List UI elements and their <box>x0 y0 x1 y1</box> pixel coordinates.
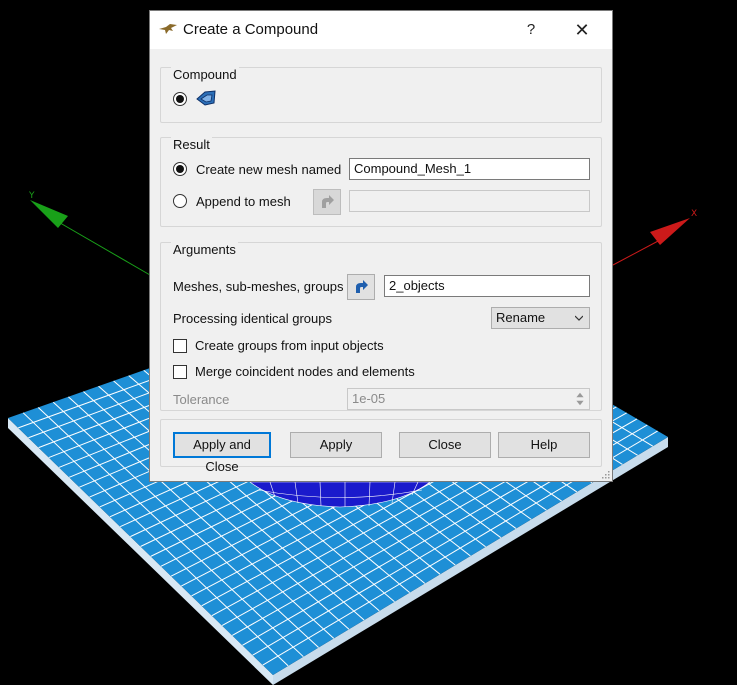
select-arrow-icon <box>322 195 334 208</box>
apply-button[interactable]: Apply <box>290 432 382 458</box>
meshes-label: Meshes, sub-meshes, groups <box>173 279 344 294</box>
create-compound-dialog: Create a Compound ? ✕ Compound Result Cr… <box>149 10 613 482</box>
create-groups-label: Create groups from input objects <box>195 338 384 353</box>
dialog-title: Create a Compound <box>183 21 319 38</box>
tolerance-value: 1e-05 <box>352 391 386 406</box>
x-axis-label: X <box>691 209 697 219</box>
y-axis-line <box>54 219 151 276</box>
new-mesh-name-input[interactable]: Compound_Mesh_1 <box>349 158 590 180</box>
compound-mesh-icon <box>196 90 216 106</box>
apply-and-close-button[interactable]: Apply and Close <box>173 432 271 474</box>
help-button[interactable]: Help <box>498 432 590 458</box>
result-group: Result Create new mesh named Compound_Me… <box>160 137 602 227</box>
arguments-group: Arguments Meshes, sub-meshes, groups 2_o… <box>160 242 602 411</box>
x-axis-arrow <box>650 218 690 245</box>
append-mesh-input[interactable] <box>349 190 590 212</box>
merge-nodes-label: Merge coincident nodes and elements <box>195 364 415 379</box>
y-axis-label: Y <box>28 191 35 201</box>
arguments-group-title: Arguments <box>171 242 238 257</box>
append-to-mesh-label: Append to mesh <box>196 194 291 209</box>
spin-up-icon[interactable] <box>573 390 587 399</box>
create-groups-checkbox[interactable] <box>173 339 187 353</box>
append-to-mesh-radio[interactable] <box>173 194 187 208</box>
meshes-select-button[interactable] <box>347 274 375 300</box>
close-button[interactable]: Close <box>399 432 491 458</box>
merge-nodes-checkbox[interactable] <box>173 365 187 379</box>
result-group-title: Result <box>171 137 212 152</box>
processing-selected-value: Rename <box>496 310 546 325</box>
select-arrow-icon <box>356 280 368 293</box>
resize-grip-icon[interactable] <box>600 469 610 479</box>
titlebar-help-button[interactable]: ? <box>518 19 544 41</box>
meshes-input[interactable]: 2_objects <box>384 275 590 297</box>
x-axis-line <box>612 239 661 266</box>
create-new-mesh-label: Create new mesh named <box>196 162 342 177</box>
append-select-button[interactable] <box>313 189 341 215</box>
spin-down-icon[interactable] <box>573 399 587 408</box>
compound-group-title: Compound <box>171 67 239 82</box>
create-new-mesh-radio[interactable] <box>173 162 187 176</box>
processing-identical-groups-select[interactable]: Rename <box>491 307 590 329</box>
buttons-group: Apply and Close Apply Close Help <box>160 419 602 474</box>
salome-app-icon <box>159 24 177 34</box>
dialog-titlebar[interactable]: Create a Compound ? ✕ <box>150 11 612 49</box>
processing-identical-groups-label: Processing identical groups <box>173 311 332 326</box>
compound-type-radio[interactable] <box>173 92 187 106</box>
chevron-down-icon <box>575 315 583 321</box>
tolerance-input[interactable]: 1e-05 <box>347 388 590 410</box>
tolerance-label: Tolerance <box>173 392 230 407</box>
titlebar-close-button[interactable]: ✕ <box>568 19 596 41</box>
compound-group: Compound <box>160 67 602 123</box>
